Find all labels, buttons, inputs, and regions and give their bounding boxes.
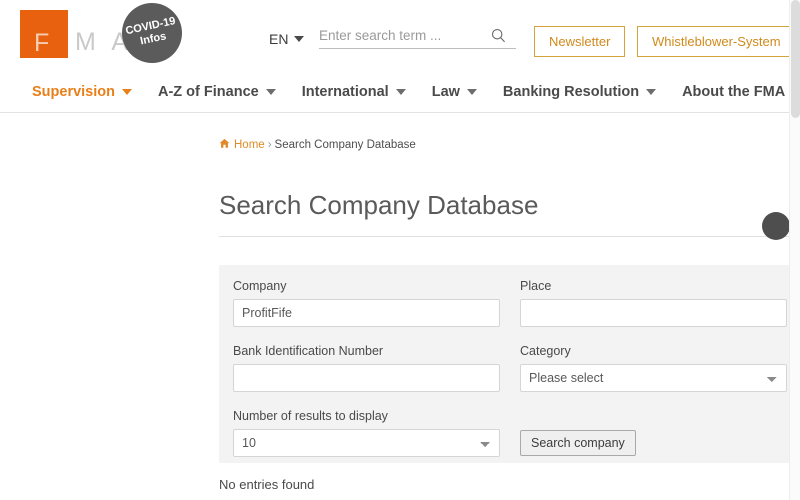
site-search[interactable] — [319, 28, 516, 49]
category-label: Category — [520, 344, 571, 358]
language-selector[interactable]: EN — [269, 31, 305, 47]
form-row-1: Company Place — [233, 279, 787, 327]
newsletter-button[interactable]: Newsletter — [534, 26, 626, 57]
field-company: Company — [233, 279, 500, 327]
breadcrumb-separator: › — [267, 139, 272, 152]
number-of-results-select[interactable]: 10 — [233, 429, 500, 457]
form-spacer — [233, 327, 775, 344]
chevron-down-icon — [294, 36, 305, 42]
nav-item-label: A-Z of Finance — [158, 84, 259, 100]
bank-identification-number-input[interactable] — [233, 364, 500, 392]
chevron-down-icon — [466, 89, 477, 95]
chevron-down-icon — [122, 89, 132, 95]
breadcrumb-current-page: Search Company Database — [274, 139, 416, 152]
fma-logo[interactable]: F M A — [20, 6, 133, 58]
chevron-down-icon — [265, 89, 276, 95]
field-bank-identification-number: Bank Identification Number — [233, 344, 500, 392]
home-icon — [219, 138, 230, 153]
nav-item-label: Law — [431, 84, 460, 100]
language-value: EN — [269, 31, 289, 47]
nav-item-label: About the FMA — [682, 84, 786, 100]
company-search-form: Company Place Bank Identification Number… — [219, 265, 789, 463]
form-row-3: Number of results to display 10 Search c… — [233, 409, 775, 457]
no-entries-message: No entries found — [219, 477, 315, 492]
breadcrumb-home-link[interactable]: Home — [234, 139, 265, 151]
search-company-button[interactable]: Search company — [520, 430, 636, 456]
page-scrollbar[interactable] — [789, 0, 800, 500]
logo-square: F — [20, 10, 68, 58]
main-navigation: Supervision A-Z of Finance International… — [0, 76, 789, 108]
place-input[interactable] — [520, 299, 787, 327]
form-spacer — [233, 392, 775, 409]
search-icon[interactable] — [491, 28, 506, 43]
search-input[interactable] — [319, 28, 491, 43]
nav-item-label: Supervision — [32, 84, 115, 100]
header-divider — [0, 112, 789, 113]
number-of-results-label: Number of results to display — [233, 409, 388, 423]
nav-item-label: International — [301, 84, 389, 100]
title-divider — [219, 236, 789, 237]
company-label: Company — [233, 279, 287, 293]
page-viewport: F M A COVID-19 Infos EN Newsletter Whist… — [0, 0, 789, 500]
chevron-down-icon — [646, 89, 657, 95]
nav-item-supervision[interactable]: Supervision — [32, 84, 132, 100]
floating-action-button[interactable] — [762, 212, 789, 240]
site-header: F M A COVID-19 Infos EN Newsletter Whist… — [0, 0, 789, 70]
breadcrumb: Home › Search Company Database — [219, 138, 416, 153]
form-row-2: Bank Identification Number Category Plea… — [233, 344, 787, 392]
submit-col: Search company — [520, 409, 775, 457]
bank-identification-number-label: Bank Identification Number — [233, 344, 384, 358]
nav-item-about-the-fma[interactable]: About the FMA — [682, 84, 789, 100]
scrollbar-thumb[interactable] — [791, 0, 800, 118]
chevron-down-icon — [395, 89, 406, 95]
nav-item-label: Banking Resolution — [502, 84, 640, 100]
field-place: Place — [520, 279, 787, 327]
page-title: Search Company Database — [219, 190, 539, 220]
nav-item-international[interactable]: International — [302, 84, 406, 100]
category-select[interactable]: Please select — [520, 364, 787, 392]
field-number-of-results: Number of results to display 10 — [233, 409, 500, 457]
nav-item-law[interactable]: Law — [432, 84, 477, 100]
nav-item-a-z-of-finance[interactable]: A-Z of Finance — [158, 84, 276, 100]
place-label: Place — [520, 279, 552, 293]
company-input[interactable] — [233, 299, 500, 327]
whistleblower-system-button[interactable]: Whistleblower-System — [637, 26, 789, 57]
field-category: Category Please select — [520, 344, 787, 392]
logo-letter-f: F — [34, 29, 51, 57]
nav-item-banking-resolution[interactable]: Banking Resolution — [502, 84, 657, 100]
